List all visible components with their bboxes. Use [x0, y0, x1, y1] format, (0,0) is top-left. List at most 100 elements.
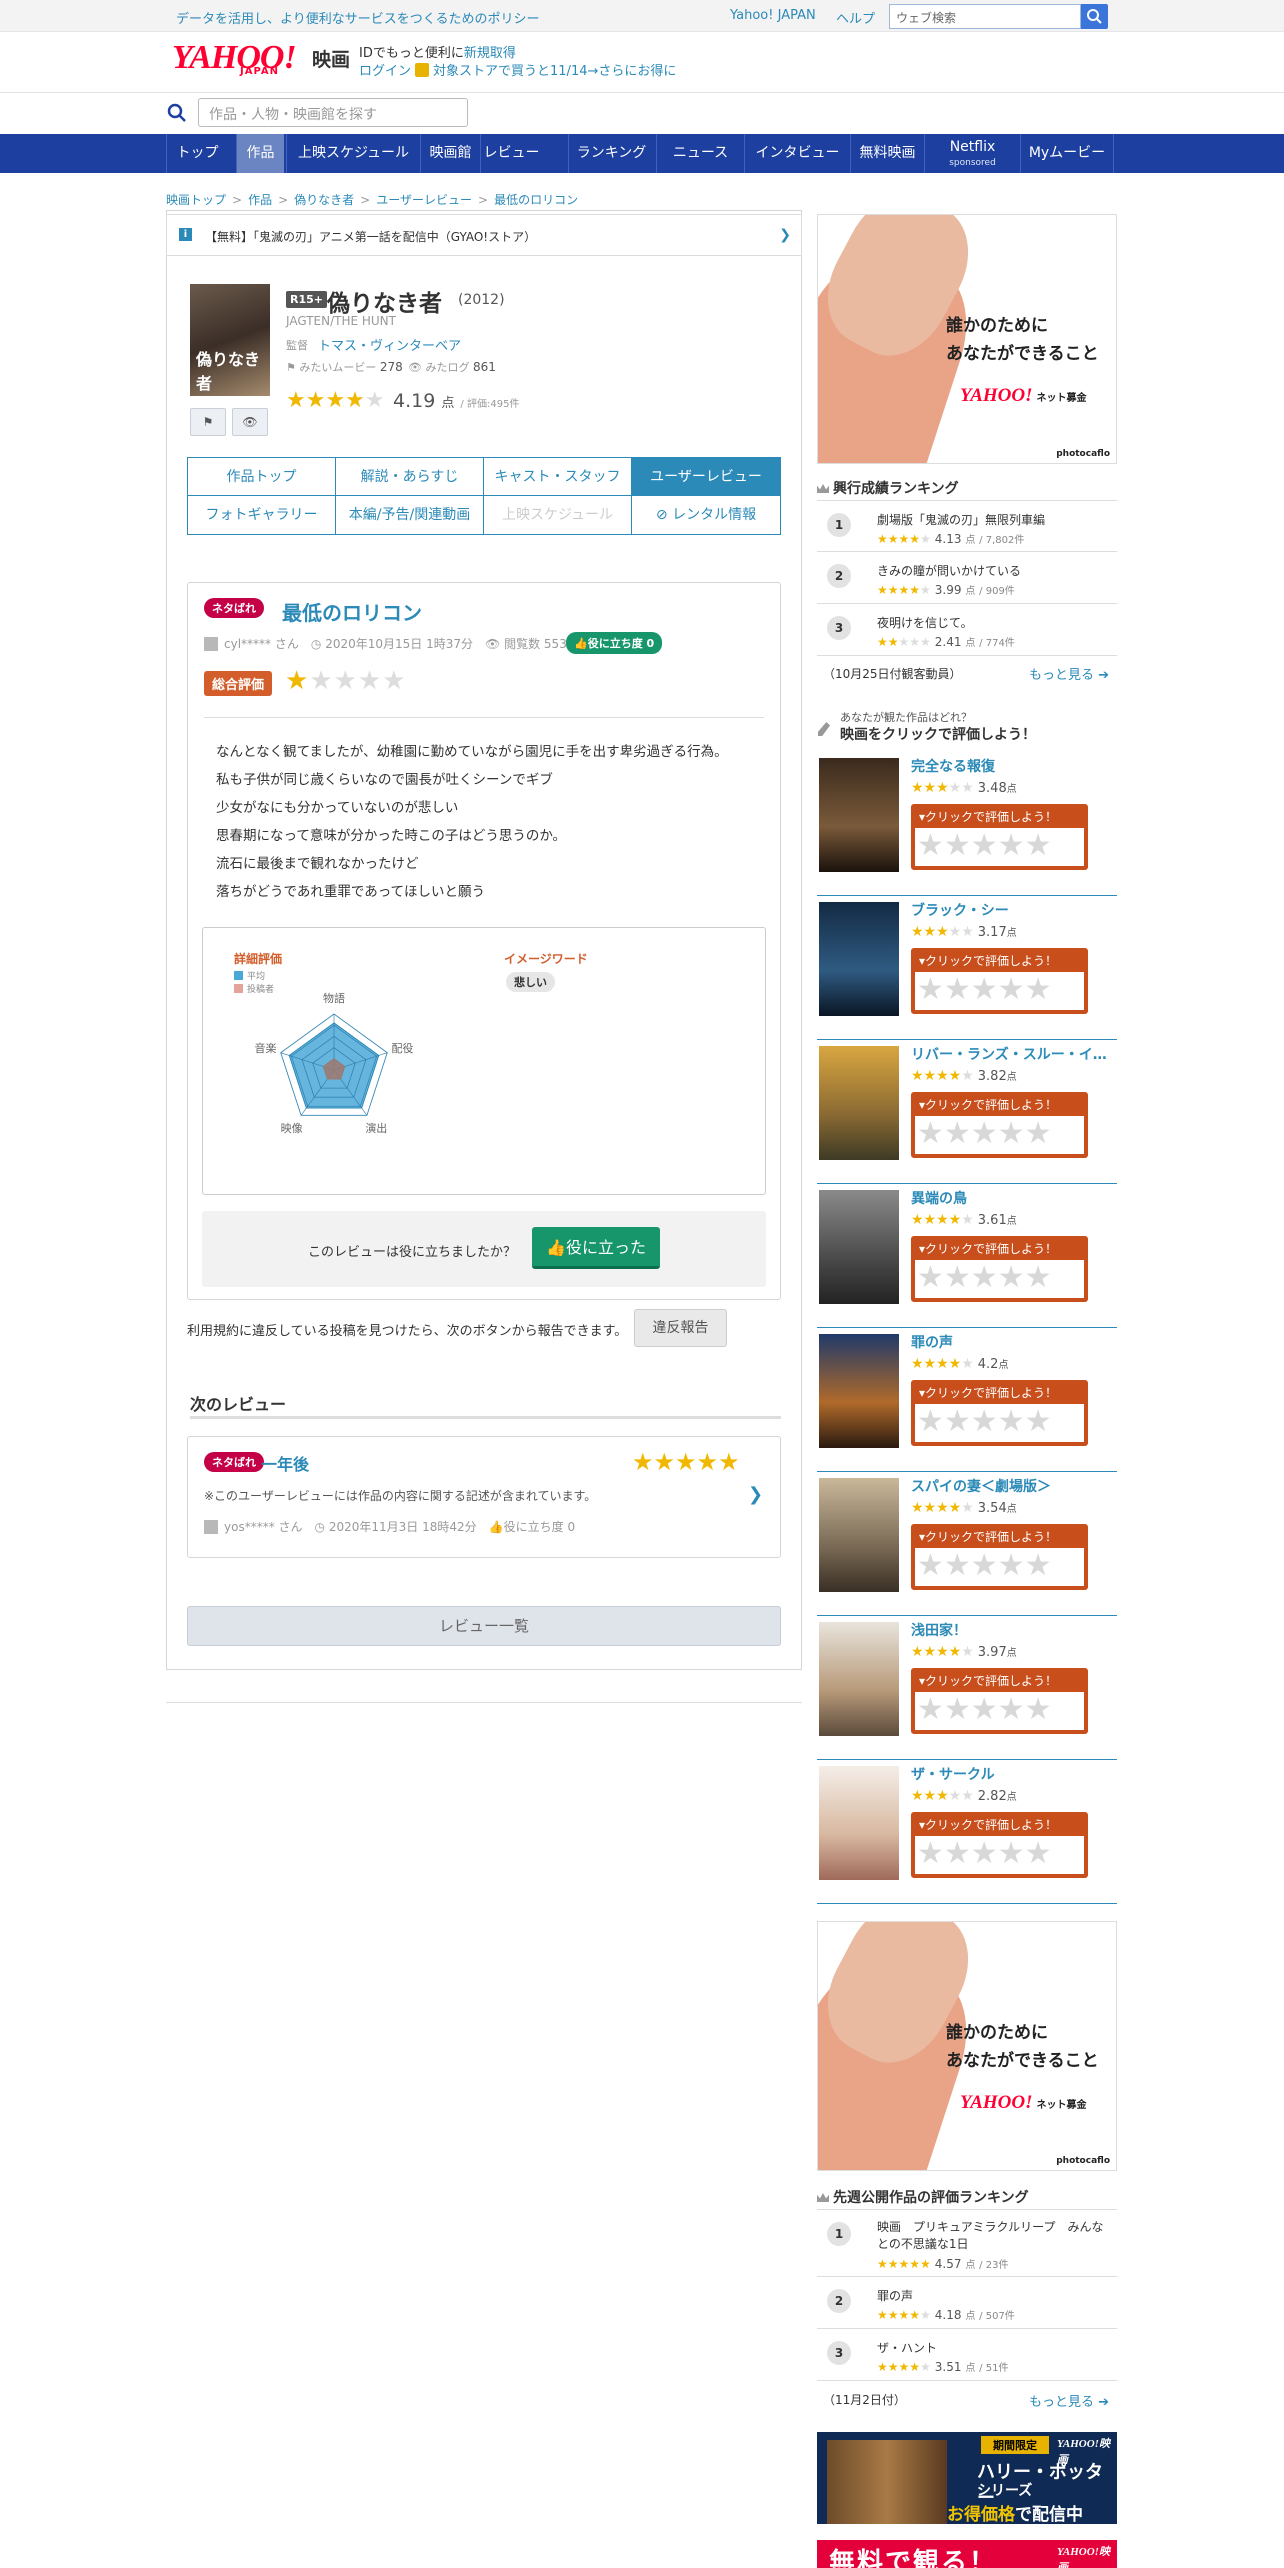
yahoo-japan-link[interactable]: Yahoo! JAPAN [730, 8, 816, 23]
movie-thumbnail[interactable] [819, 1334, 899, 1448]
rate-stars[interactable]: ★★★★★ [915, 1404, 1084, 1442]
movie-title-link[interactable]: 完全なる報復 [911, 756, 1117, 776]
click-to-rate-widget[interactable]: ▾クリックで評価しよう！ ★★★★★ [911, 1092, 1088, 1158]
nav-ranking[interactable]: ランキング [568, 134, 654, 173]
signup-link[interactable]: 新規取得 [464, 46, 516, 61]
nav-works[interactable]: 作品 [236, 134, 284, 173]
tab-user-reviews[interactable]: ユーザーレビュー [632, 458, 780, 496]
nav-my-movie[interactable]: Myムービー [1020, 134, 1114, 173]
breadcrumb-item[interactable]: 作品 [248, 193, 272, 207]
rate-stars[interactable]: ★★★★★ [915, 972, 1084, 1010]
movie-thumbnail[interactable] [819, 1046, 899, 1160]
box-office-row[interactable]: 1 劇場版「鬼滅の刃」無限列車編 ★★★★★ 4.13 点 / 7,802件 [817, 500, 1117, 552]
click-to-rate-widget[interactable]: ▾クリックで評価しよう！ ★★★★★ [911, 1380, 1088, 1446]
nav-news[interactable]: ニュース [656, 134, 744, 173]
free-movie-ad[interactable]: 無料で観る！ YAHOO!映画 [817, 2540, 1117, 2568]
score: 4.2点 [978, 1357, 1009, 1372]
movie-thumbnail[interactable] [819, 1622, 899, 1736]
preview-row[interactable]: 2 罪の声 ★★★★★ 4.18 点 / 507件 [817, 2277, 1117, 2329]
unit: 点 [965, 2311, 976, 2322]
help-link[interactable]: ヘルプ [836, 8, 875, 27]
tab-videos[interactable]: 本編/予告/関連動画 [336, 496, 484, 534]
seen-button[interactable]: 👁 [232, 408, 268, 436]
click-to-rate-widget[interactable]: ▾クリックで評価しよう！ ★★★★★ [911, 1524, 1088, 1590]
nav-top[interactable]: トップ [166, 134, 228, 173]
store-promo-link[interactable]: 対象ストアで買うと11/14→さらにお得に [433, 64, 676, 79]
rank-number: 2 [827, 2289, 851, 2313]
breadcrumb-item[interactable]: ユーザーレビュー [376, 193, 472, 207]
click-to-rate-widget[interactable]: ▾クリックで評価しよう！ ★★★★★ [911, 948, 1088, 1014]
stars-on: ★★★ [911, 1788, 949, 1804]
donation-ad[interactable]: 誰かのために あなたができること YAHOO! ネット募金 photocaflo [817, 214, 1117, 464]
stars-off: ★★★★ [309, 666, 407, 696]
click-to-rate-widget[interactable]: ▾クリックで評価しよう！ ★★★★★ [911, 1668, 1088, 1734]
chevron-right-icon[interactable]: ❯ [748, 1484, 763, 1505]
report-text: 利用規約に違反している投稿を見つけたら、次のボタンから報告できます。 [187, 1324, 628, 1339]
movie-thumbnail[interactable] [819, 1766, 899, 1880]
click-to-rate-widget[interactable]: ▾クリックで評価しよう！ ★★★★★ [911, 804, 1088, 870]
nav-interview[interactable]: インタビュー [744, 134, 850, 173]
web-search-button[interactable] [1081, 4, 1108, 29]
tab-photos[interactable]: フォトギャラリー [188, 496, 336, 534]
movie-title-link[interactable]: リバー・ランズ・スルー・イ… [911, 1044, 1117, 1064]
movie-thumbnail[interactable] [819, 1478, 899, 1592]
donation-ad[interactable]: 誰かのために あなたができること YAHOO! ネット募金 photocaflo [817, 1921, 1117, 2171]
movie-title-link[interactable]: 浅田家！ [911, 1620, 1117, 1640]
next-review-title[interactable]: 一年後 [261, 1451, 309, 1475]
tab-synopsis[interactable]: 解説・あらすじ [336, 458, 484, 496]
preview-row[interactable]: 3 ザ・ハント ★★★★★ 3.51 点 / 51件 [817, 2329, 1117, 2381]
harry-potter-ad[interactable]: YAHOO!映画 期間限定 ハリー・ポッター シリーズ お得価格で配信中 [817, 2432, 1117, 2524]
breadcrumb-item[interactable]: 偽りなき者 [294, 193, 354, 207]
nav-reviews[interactable]: レビュー [480, 134, 542, 173]
rate-stars[interactable]: ★★★★★ [915, 1692, 1084, 1730]
login-link[interactable]: ログイン [359, 64, 411, 79]
reviewer-link[interactable]: cyl***** さん [224, 637, 299, 651]
movie-title-link[interactable]: スパイの妻＜劇場版＞ [911, 1476, 1117, 1496]
movie-thumbnail[interactable] [819, 902, 899, 1016]
box-office-row[interactable]: 3 夜明けを信じて。 ★★★★★ 2.41 点 / 774件 [817, 604, 1117, 656]
report-button[interactable]: 違反報告 [634, 1309, 727, 1347]
nav-schedule[interactable]: 上映スケジュール [286, 134, 420, 173]
score-value: 3.54 [977, 1501, 1007, 1516]
web-search-input[interactable]: ウェブ検索 [889, 4, 1081, 29]
tab-rental[interactable]: ⊘ レンタル情報 [632, 496, 780, 534]
movie-title-link[interactable]: ブラック・シー [911, 900, 1117, 920]
helpful-button[interactable]: 👍役に立った [532, 1227, 660, 1269]
movie-thumbnail[interactable] [819, 758, 899, 872]
movie-title-link[interactable]: 罪の声 [911, 1332, 1117, 1352]
director-link[interactable]: トマス・ヴィンターベア [318, 335, 461, 354]
breadcrumb-item[interactable]: 映画トップ [166, 193, 226, 207]
nav-theaters[interactable]: 映画館 [420, 134, 480, 173]
box-office-row[interactable]: 2 きみの瞳が問いかけている ★★★★★ 3.99 点 / 909件 [817, 552, 1117, 604]
stars-on: ★★★ [911, 924, 949, 940]
rate-stars[interactable]: ★★★★★ [915, 828, 1084, 866]
movie-title-link[interactable]: ザ・サークル [911, 1764, 1117, 1784]
movie-thumbnail[interactable] [819, 1190, 899, 1304]
notice-banner[interactable]: i 【無料】「鬼滅の刃」アニメ第一話を配信中（GYAO!ストア） ❯ [166, 214, 802, 256]
click-to-rate-widget[interactable]: ▾クリックで評価しよう！ ★★★★★ [911, 1236, 1088, 1302]
tab-cast[interactable]: キャスト・スタッフ [484, 458, 632, 496]
overall-label: 総合評価 [204, 671, 273, 696]
want-button[interactable]: ⚑ [190, 408, 226, 436]
stars-off: ★ [961, 1212, 974, 1228]
rate-stars[interactable]: ★★★★★ [915, 1260, 1084, 1298]
click-to-rate-widget[interactable]: ▾クリックで評価しよう！ ★★★★★ [911, 1812, 1088, 1878]
preview-row[interactable]: 1 映画 プリキュアミラクルリープ みんなとの不思議な1日 ★★★★★ 4.57 … [817, 2209, 1117, 2277]
section-title[interactable]: 映画 [312, 45, 350, 72]
movie-poster[interactable]: 偽りなき者 [190, 284, 270, 396]
nav-netflix[interactable]: Netflix sponsored [924, 134, 1020, 173]
review-list-button[interactable]: レビュー一覧 [187, 1606, 781, 1646]
rate-stars[interactable]: ★★★★★ [915, 1548, 1084, 1586]
tab-top[interactable]: 作品トップ [188, 458, 336, 496]
ad-logo: YAHOO! ネット募金 [960, 2092, 1086, 2114]
box-office-more-link[interactable]: もっと見る ➔ [1029, 664, 1109, 683]
preview-more-link[interactable]: もっと見る ➔ [1029, 2391, 1109, 2410]
movie-search-input[interactable]: 作品・人物・映画館を探す [198, 98, 468, 127]
breadcrumb-item[interactable]: 最低のロリコン [494, 193, 578, 207]
nav-free-movies[interactable]: 無料映画 [850, 134, 924, 173]
review-line: 私も子供が同じ歳くらいなので園長が吐くシーンでギブ [216, 772, 553, 788]
movie-title-link[interactable]: 異端の鳥 [911, 1188, 1117, 1208]
rate-stars[interactable]: ★★★★★ [915, 1836, 1084, 1874]
privacy-policy-link[interactable]: データを活用し、より便利なサービスをつくるためのポリシー [176, 8, 539, 27]
rate-stars[interactable]: ★★★★★ [915, 1116, 1084, 1154]
